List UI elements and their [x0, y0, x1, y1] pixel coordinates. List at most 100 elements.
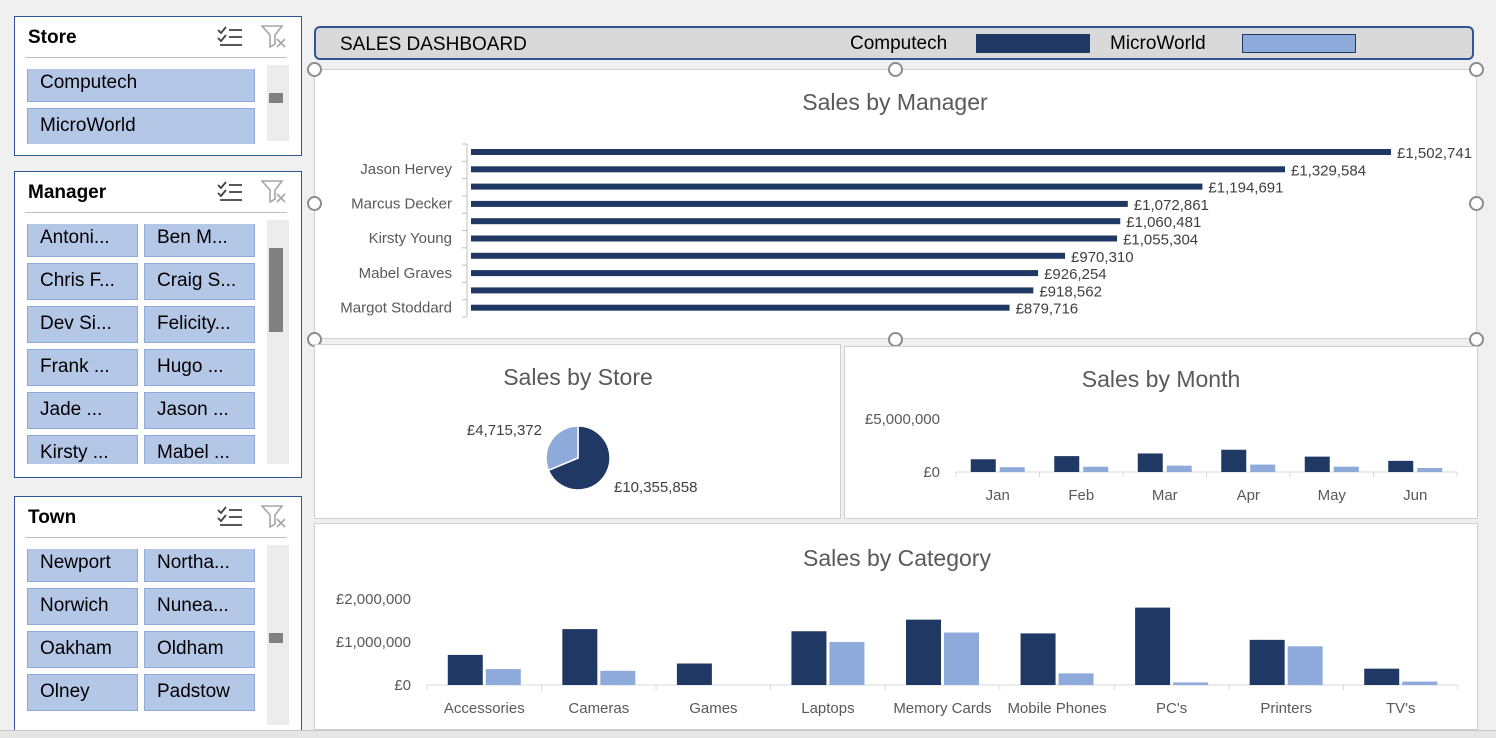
- legend-swatch-computech: [976, 34, 1090, 53]
- slicer-item[interactable]: Norwich: [27, 588, 138, 625]
- category-label: Kirsty Young: [369, 230, 452, 247]
- scroll-thumb[interactable]: [269, 93, 283, 103]
- legend-label-microworld: MicroWorld: [1110, 33, 1206, 54]
- slicer-header: Town: [15, 497, 301, 537]
- slicer-item[interactable]: Northa...: [144, 549, 255, 582]
- data-label: £1,502,741: [1397, 145, 1472, 162]
- clear-filter-icon[interactable]: [261, 505, 287, 529]
- legend-label-computech: Computech: [850, 33, 948, 54]
- slicer-item[interactable]: Dev Si...: [27, 306, 138, 343]
- category-label: Margot Stoddard: [340, 299, 452, 316]
- slicer-divider: [25, 57, 287, 58]
- data-label: £1,055,304: [1123, 232, 1198, 249]
- data-label: £970,310: [1071, 249, 1134, 266]
- slicer-item[interactable]: MicroWorld: [27, 108, 255, 144]
- manager-slicer[interactable]: Manager Antoni... Ben M... Chris F... Craig…: [14, 171, 302, 478]
- slicer-item[interactable]: Kirsty ...: [27, 435, 138, 464]
- chart-title: Sales by Category: [803, 545, 991, 571]
- sales-by-month-chart[interactable]: Sales by Month £5,000,000 £0 Jan Feb Mar Apr Ma…: [844, 346, 1478, 519]
- dashboard-header: SALES DASHBOARD Computech MicroWorld: [314, 26, 1474, 60]
- category-label: Mabel Graves: [359, 265, 452, 282]
- bar: [1249, 639, 1285, 685]
- multi-select-icon[interactable]: [217, 181, 243, 203]
- bar: [471, 183, 1203, 190]
- scroll-thumb[interactable]: [269, 633, 283, 643]
- chart-title: Sales by Manager: [802, 89, 988, 115]
- resize-handle[interactable]: [888, 62, 903, 77]
- bar: [447, 654, 483, 685]
- clear-filter-icon[interactable]: [261, 25, 287, 49]
- slicer-item[interactable]: Mabel ...: [144, 435, 255, 464]
- y-tick-label: £0: [394, 677, 411, 694]
- multi-select-icon[interactable]: [217, 26, 243, 48]
- slicer-item[interactable]: Nunea...: [144, 588, 255, 625]
- resize-handle[interactable]: [307, 62, 322, 77]
- bar: [1054, 456, 1080, 472]
- bar: [562, 629, 598, 685]
- bar: [1173, 682, 1209, 685]
- slicer-item[interactable]: Oldham: [144, 631, 255, 668]
- bar: [791, 631, 827, 685]
- slicer-item[interactable]: Antoni...: [27, 224, 138, 257]
- slicer-title: Store: [28, 27, 77, 48]
- y-tick-label: £0: [923, 464, 940, 481]
- data-label: £926,254: [1044, 266, 1107, 283]
- slicer-item[interactable]: Newport: [27, 549, 138, 582]
- x-tick-label: Laptops: [801, 700, 854, 717]
- bar: [1417, 467, 1443, 472]
- bar: [1137, 453, 1163, 472]
- slicer-item[interactable]: Frank ...: [27, 349, 138, 386]
- town-slicer[interactable]: Town Newport Northa... Norwich Nunea... Oakh…: [14, 496, 302, 738]
- bar: [1364, 668, 1400, 685]
- bar: [1333, 466, 1359, 472]
- chart-title: Sales by Month: [1082, 366, 1241, 392]
- x-tick-label: Apr: [1237, 487, 1260, 504]
- data-label: £1,329,584: [1291, 162, 1366, 179]
- slicer-title: Town: [28, 507, 77, 528]
- slicer-items: Antoni... Ben M... Chris F... Craig S... Dev…: [27, 224, 259, 464]
- bar: [471, 166, 1285, 173]
- slicer-item[interactable]: Padstow: [144, 674, 255, 711]
- x-tick-label: Jun: [1403, 487, 1427, 504]
- resize-handle[interactable]: [307, 196, 322, 211]
- y-tick-label: £1,000,000: [336, 634, 411, 651]
- x-tick-label: Jan: [986, 487, 1010, 504]
- clear-filter-icon[interactable]: [261, 180, 287, 204]
- bar: [471, 235, 1118, 242]
- slicer-divider: [25, 212, 287, 213]
- slicer-item[interactable]: Jade ...: [27, 392, 138, 429]
- slicer-item[interactable]: Computech: [27, 69, 255, 102]
- resize-handle[interactable]: [1469, 62, 1484, 77]
- data-label: £918,562: [1039, 283, 1102, 300]
- resize-handle[interactable]: [1469, 332, 1484, 347]
- slicer-header: Manager: [15, 172, 301, 212]
- store-slicer[interactable]: Store Computech MicroWorld: [14, 16, 302, 156]
- x-tick-label: Mar: [1152, 487, 1178, 504]
- slicer-item[interactable]: Ben M...: [144, 224, 255, 257]
- resize-handle[interactable]: [888, 332, 903, 347]
- legend-swatch-microworld: [1242, 34, 1356, 53]
- scroll-thumb[interactable]: [269, 248, 283, 332]
- slicer-item[interactable]: Chris F...: [27, 263, 138, 300]
- category-label: Jason Hervey: [360, 161, 452, 178]
- data-label: £1,194,691: [1208, 180, 1283, 197]
- bar: [485, 669, 521, 685]
- slicer-item[interactable]: Olney: [27, 674, 138, 711]
- dashboard-root: Store Computech MicroWorld Manager Anton…: [0, 0, 1496, 738]
- slicer-item[interactable]: Craig S...: [144, 263, 255, 300]
- resize-handle[interactable]: [1469, 196, 1484, 211]
- multi-select-icon[interactable]: [217, 506, 243, 528]
- slicer-item[interactable]: Oakham: [27, 631, 138, 668]
- slicer-scrollbar[interactable]: [267, 65, 289, 141]
- slicer-item[interactable]: Jason ...: [144, 392, 255, 429]
- bar: [471, 270, 1039, 277]
- bar: [676, 663, 712, 685]
- bar: [471, 200, 1128, 207]
- sales-by-store-chart[interactable]: Sales by Store £10,355,858 £4,715,372: [314, 344, 841, 519]
- slicer-scrollbar[interactable]: [267, 220, 289, 464]
- slicer-scrollbar[interactable]: [267, 545, 289, 725]
- sales-by-manager-chart[interactable]: Sales by Manager £1,502,741 £1,329,584 £1,1…: [314, 69, 1477, 339]
- slicer-item[interactable]: Felicity...: [144, 306, 255, 343]
- sales-by-category-chart[interactable]: Sales by Category £2,000,000 £1,000,000 £0 A…: [314, 523, 1478, 730]
- slicer-item[interactable]: Hugo ...: [144, 349, 255, 386]
